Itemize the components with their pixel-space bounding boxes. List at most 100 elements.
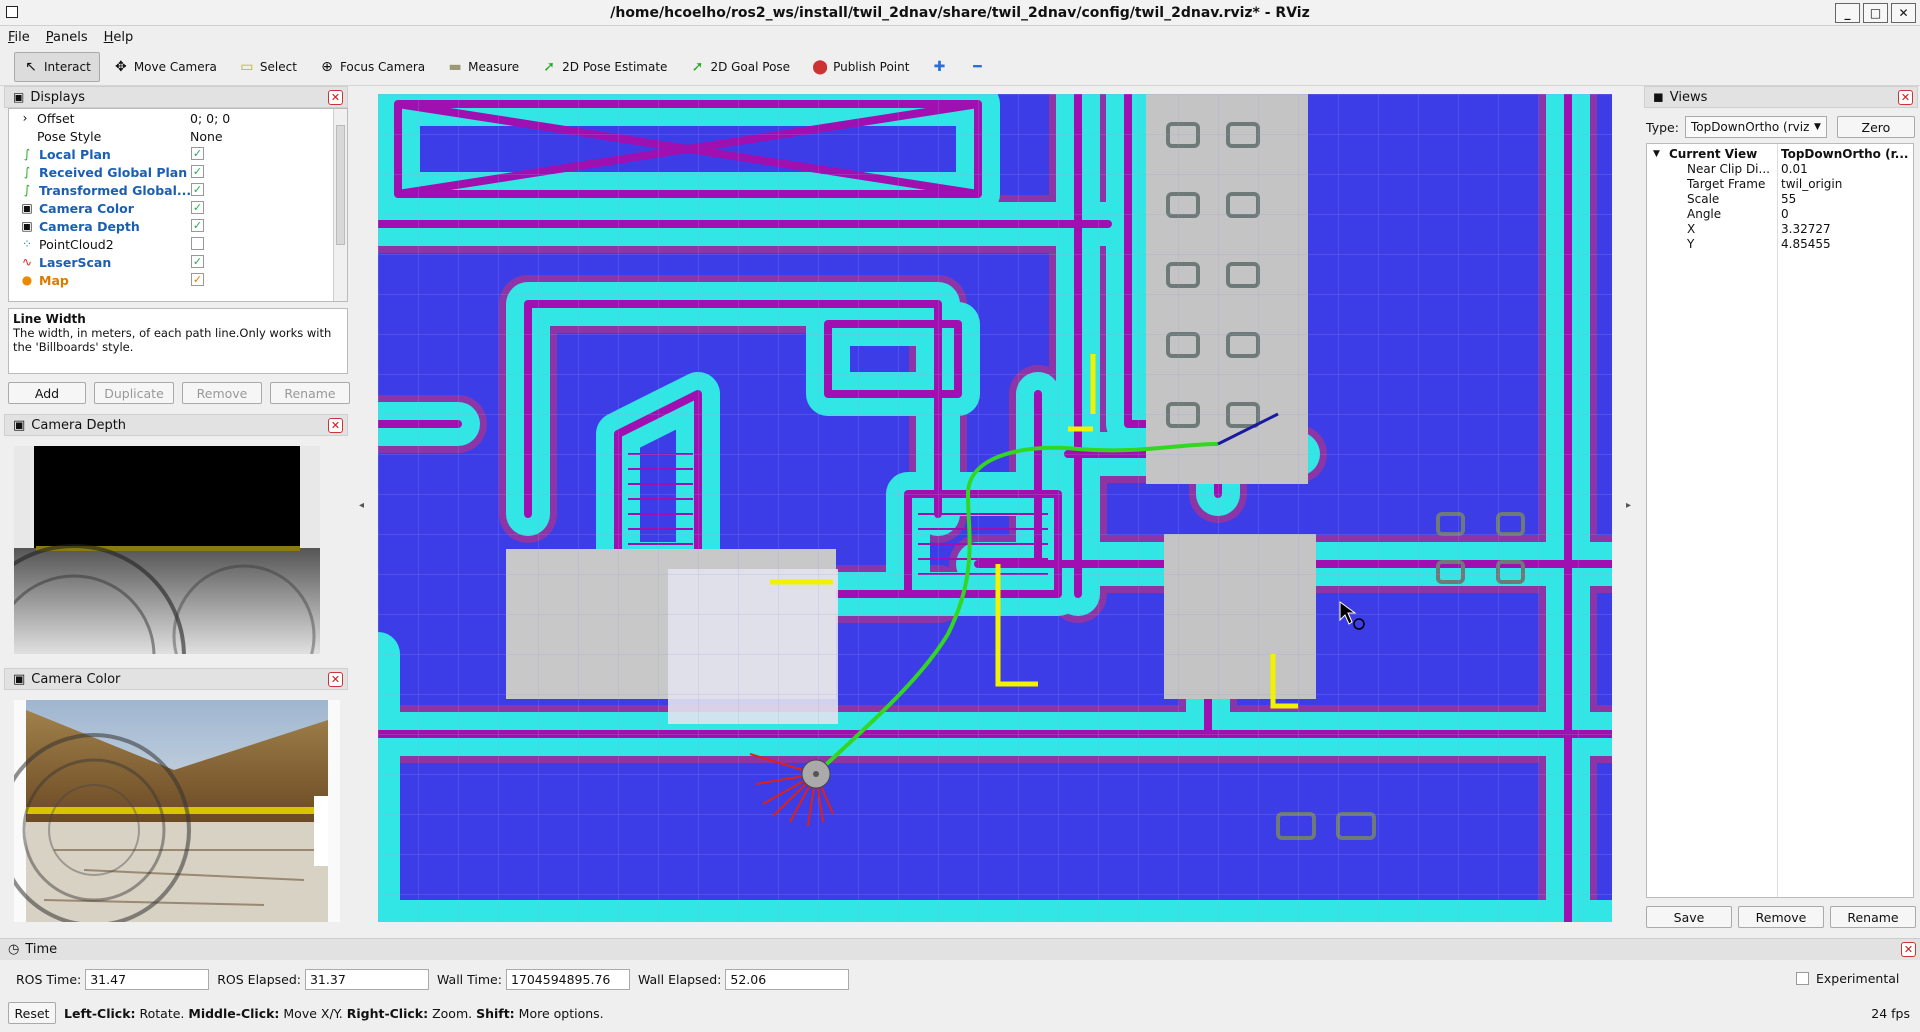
camera-icon: ▣ — [21, 219, 33, 233]
wall-time-field[interactable]: 1704594895.76 — [505, 968, 630, 990]
reset-button[interactable]: Reset — [8, 1002, 56, 1024]
view-prop-row[interactable]: X 3.32727 — [1647, 221, 1913, 236]
display-row-map[interactable]: ● Map ✓ — [9, 271, 347, 289]
view-prop-row[interactable]: Angle 0 — [1647, 206, 1913, 221]
maximize-button[interactable]: □ — [1863, 3, 1888, 23]
view-prop-row[interactable]: Y 4.85455 — [1647, 236, 1913, 251]
duplicate-display-button[interactable]: Duplicate — [94, 382, 174, 404]
display-row-pose-style[interactable]: Pose Style None — [9, 127, 347, 145]
remove-tool-button[interactable]: ━ — [960, 52, 994, 82]
transformed-global-label: Transformed Global... — [39, 182, 192, 198]
select-tool[interactable]: ▭ Select — [230, 52, 306, 82]
near-clip-label: Near Clip Di... — [1687, 161, 1770, 176]
display-row-local-plan[interactable]: ∫ Local Plan ✓ — [9, 145, 347, 163]
experimental-checkbox[interactable] — [1796, 972, 1809, 985]
remove-view-button[interactable]: Remove — [1738, 906, 1824, 928]
view-prop-row[interactable]: Scale 55 — [1647, 191, 1913, 206]
received-global-plan-checkbox[interactable]: ✓ — [191, 165, 204, 178]
rename-view-button[interactable]: Rename — [1830, 906, 1916, 928]
pose-estimate-tool[interactable]: ➚ 2D Pose Estimate — [532, 52, 676, 82]
interact-tool[interactable]: ↖ Interact — [14, 51, 100, 82]
offset-value[interactable]: 0; 0; 0 — [190, 111, 230, 126]
publish-point-tool[interactable]: ⬤ Publish Point — [803, 52, 918, 82]
path-icon: ∫ — [23, 183, 31, 197]
cursor-icon: ↖ — [25, 58, 37, 75]
display-row-pointcloud2[interactable]: ⁘ PointCloud2 — [9, 235, 347, 253]
render-view[interactable] — [378, 94, 1612, 922]
transformed-global-checkbox[interactable]: ✓ — [191, 183, 204, 196]
camera-depth-view[interactable] — [14, 446, 320, 654]
scale-label: Scale — [1687, 191, 1720, 206]
close-window-button[interactable]: ✕ — [1891, 3, 1916, 23]
menu-file[interactable]: File — [8, 30, 30, 45]
close-views-button[interactable]: ✕ — [1898, 90, 1913, 105]
rename-display-button[interactable]: Rename — [270, 382, 350, 404]
wall-elapsed-field[interactable]: 52.06 — [725, 968, 850, 990]
camera-depth-checkbox[interactable]: ✓ — [191, 219, 204, 232]
collapse-right-arrow-icon[interactable]: ▸ — [1626, 500, 1631, 511]
app-icon — [6, 6, 18, 18]
pointcloud2-checkbox[interactable] — [191, 237, 204, 250]
map-checkbox[interactable]: ✓ — [191, 273, 204, 286]
collapse-left-arrow-icon[interactable]: ◂ — [359, 500, 364, 511]
chevron-down-icon: ▼ — [1814, 122, 1821, 132]
pose-style-value[interactable]: None — [190, 129, 223, 144]
camera-color-view[interactable] — [14, 700, 340, 922]
laserscan-checkbox[interactable]: ✓ — [191, 255, 204, 268]
add-tool-button[interactable]: ✚ — [922, 52, 956, 82]
current-view-type: TopDownOrtho (r... — [1781, 146, 1909, 161]
fps-counter: 24 fps — [1871, 1005, 1910, 1021]
display-row-camera-depth[interactable]: ▣ Camera Depth ✓ — [9, 217, 347, 235]
costmap-render[interactable] — [378, 94, 1612, 922]
ros-elapsed-field[interactable]: 31.37 — [304, 968, 429, 990]
plus-icon: ✚ — [933, 58, 946, 75]
camera-icon: ▣ — [13, 417, 26, 433]
move-camera-tool[interactable]: ✥ Move Camera — [104, 52, 226, 82]
target-frame-value[interactable]: twil_origin — [1781, 177, 1842, 191]
menu-help[interactable]: Help — [104, 30, 134, 45]
measure-tool[interactable]: ▬ Measure — [438, 52, 528, 82]
close-time-button[interactable]: ✕ — [1901, 942, 1916, 957]
display-row-received-global-plan[interactable]: ∫ Received Global Plan ✓ — [9, 163, 347, 181]
camera-color-checkbox[interactable]: ✓ — [191, 201, 204, 214]
menu-panels[interactable]: Panels — [46, 30, 88, 45]
view-type-select[interactable]: TopDownOrtho (rviz ▼ — [1684, 116, 1827, 138]
displays-scrollbar[interactable] — [333, 109, 347, 301]
close-displays-button[interactable]: ✕ — [328, 90, 343, 105]
save-view-button[interactable]: Save — [1646, 906, 1732, 928]
display-row-laserscan[interactable]: ∿ LaserScan ✓ — [9, 253, 347, 271]
scroll-thumb[interactable] — [336, 125, 345, 245]
y-value[interactable]: 4.85455 — [1781, 237, 1831, 251]
time-title: Time — [25, 942, 58, 957]
current-view-row[interactable]: ▼ Current View TopDownOrtho (r... — [1647, 146, 1913, 161]
goal-pose-tool[interactable]: ➚ 2D Goal Pose — [680, 52, 799, 82]
display-row-offset[interactable]: › Offset 0; 0; 0 — [9, 109, 347, 127]
remove-display-button[interactable]: Remove — [182, 382, 262, 404]
close-camera-color-button[interactable]: ✕ — [328, 672, 343, 687]
expand-arrow-icon[interactable]: › — [17, 111, 33, 125]
zero-button[interactable]: Zero — [1836, 116, 1915, 138]
focus-camera-tool[interactable]: ⊕ Focus Camera — [310, 52, 434, 82]
offset-label: Offset — [37, 110, 75, 126]
view-prop-row[interactable]: Target Frame twil_origin — [1647, 176, 1913, 191]
displays-buttons: Add Duplicate Remove Rename — [8, 382, 350, 404]
close-camera-depth-button[interactable]: ✕ — [328, 418, 343, 433]
expand-down-icon[interactable]: ▼ — [1653, 149, 1660, 159]
near-clip-value[interactable]: 0.01 — [1781, 162, 1808, 176]
received-global-plan-label: Received Global Plan — [39, 164, 188, 180]
add-display-button[interactable]: Add — [8, 382, 86, 404]
pose-style-label: Pose Style — [37, 128, 102, 144]
display-row-transformed-global[interactable]: ∫ Transformed Global... ✓ — [9, 181, 347, 199]
select-label: Select — [259, 59, 297, 74]
view-type-row: Type: TopDownOrtho (rviz ▼ Zero — [1646, 116, 1915, 138]
scale-value[interactable]: 55 — [1781, 192, 1796, 206]
x-value[interactable]: 3.32727 — [1781, 222, 1831, 236]
view-prop-row[interactable]: Near Clip Di... 0.01 — [1647, 161, 1913, 176]
local-plan-checkbox[interactable]: ✓ — [191, 147, 204, 160]
angle-value[interactable]: 0 — [1781, 207, 1789, 221]
warning-icon: ● — [21, 273, 33, 287]
ros-time-field[interactable]: 31.47 — [85, 968, 210, 990]
minimize-button[interactable]: _ — [1835, 3, 1860, 23]
green-arrow-icon: ➚ — [543, 58, 555, 75]
display-row-camera-color[interactable]: ▣ Camera Color ✓ — [9, 199, 347, 217]
